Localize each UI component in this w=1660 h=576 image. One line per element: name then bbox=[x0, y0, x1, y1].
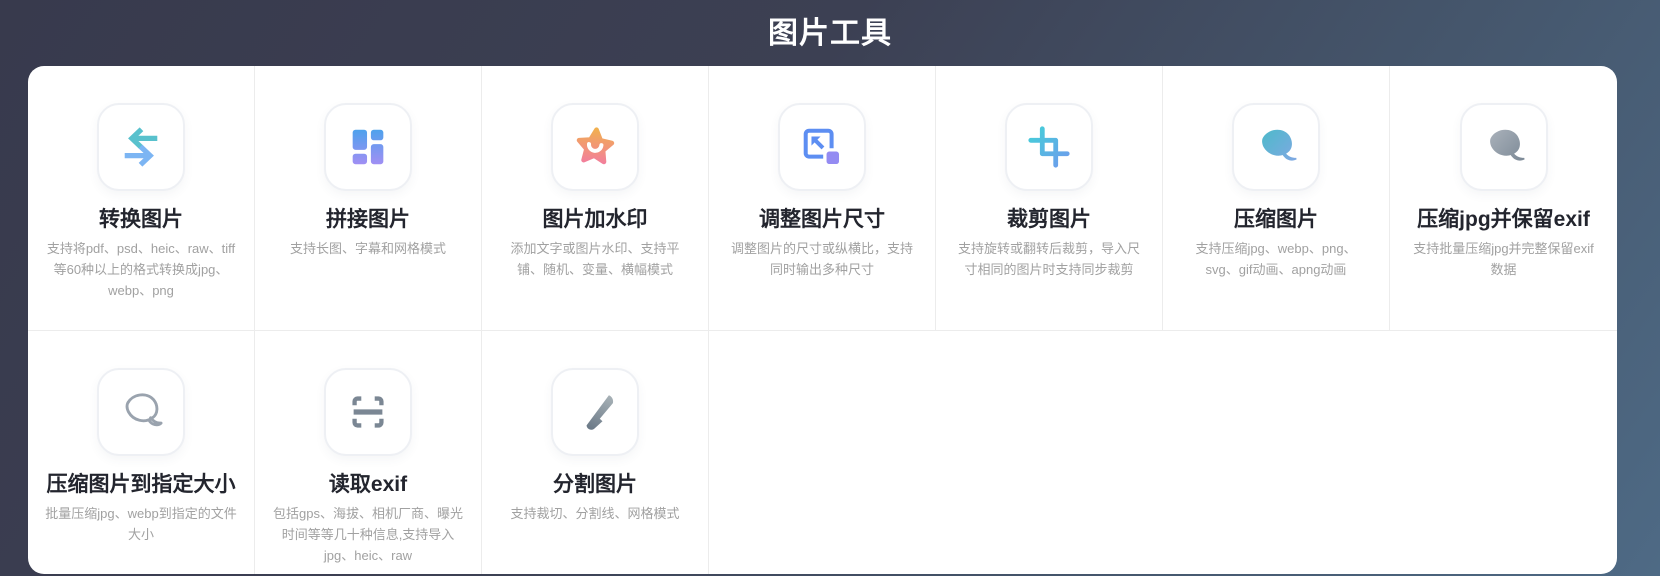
tool-card-description: 支持将pdf、psd、heic、raw、tiff等60种以上的格式转换成jpg、… bbox=[46, 241, 236, 298]
tool-icon-box bbox=[1459, 103, 1548, 191]
tool-icon-box bbox=[778, 103, 866, 191]
tool-card-crop-image[interactable]: 裁剪图片 支持旋转或翻转后裁剪，导入尺寸相同的图片时支持同步裁剪 bbox=[936, 66, 1163, 331]
tool-card-title: 分割图片 bbox=[553, 473, 637, 496]
tool-icon-box bbox=[97, 368, 185, 456]
convert-arrows-icon bbox=[118, 124, 164, 170]
tool-card-read-exif[interactable]: 读取exif 包括gps、海拔、相机厂商、曝光时间等等几十种信息,支持导入jpg… bbox=[255, 331, 482, 574]
empty-cell bbox=[1390, 331, 1617, 574]
tool-card-description: 调整图片的尺寸或纵横比，支持同时输出多种尺寸 bbox=[730, 241, 913, 277]
tool-card-description: 支持长图、字幕和网格模式 bbox=[289, 241, 446, 257]
tool-card-description: 支持旋转或翻转后裁剪，导入尺寸相同的图片时支持同步裁剪 bbox=[957, 241, 1140, 277]
leaf-teal-icon bbox=[1253, 124, 1299, 170]
knife-icon bbox=[572, 389, 618, 435]
tool-card-title: 读取exif bbox=[328, 473, 408, 496]
tool-card-description: 支持压缩jpg、webp、png、svg、gif动画、apng动画 bbox=[1195, 241, 1357, 277]
tool-card-title: 图片加水印 bbox=[542, 208, 648, 231]
tool-card-title: 压缩jpg并保留exif bbox=[1417, 208, 1590, 231]
grid-collage-icon bbox=[345, 124, 391, 170]
tool-card-stitch-image[interactable]: 拼接图片 支持长图、字幕和网格模式 bbox=[255, 66, 482, 331]
tool-card-description: 批量压缩jpg、webp到指定的文件大小 bbox=[45, 506, 237, 542]
tool-card-watermark-image[interactable]: 图片加水印 添加文字或图片水印、支持平铺、随机、变量、横幅模式 bbox=[482, 66, 709, 331]
empty-cell bbox=[936, 331, 1163, 574]
tool-card-description: 支持裁切、分割线、网格模式 bbox=[510, 506, 680, 522]
leaf-outline-icon bbox=[118, 389, 164, 435]
page-title: 图片工具 bbox=[768, 17, 892, 50]
tool-card-description: 添加文字或图片水印、支持平铺、随机、变量、横幅模式 bbox=[510, 241, 680, 277]
empty-cell bbox=[1163, 331, 1390, 574]
crop-icon bbox=[1026, 124, 1072, 170]
tool-card-convert-image[interactable]: 转换图片 支持将pdf、psd、heic、raw、tiff等60种以上的格式转换… bbox=[28, 66, 255, 331]
tool-card-title: 调整图片尺寸 bbox=[759, 208, 885, 231]
tool-card-title: 压缩图片到指定大小 bbox=[46, 473, 236, 496]
scan-frame-icon bbox=[345, 389, 391, 435]
tool-card-resize-image[interactable]: 调整图片尺寸 调整图片的尺寸或纵横比，支持同时输出多种尺寸 bbox=[709, 66, 936, 331]
tool-icon-box bbox=[97, 103, 185, 191]
tool-card-title: 裁剪图片 bbox=[1007, 208, 1091, 231]
tool-icon-box bbox=[324, 103, 412, 191]
tool-icon-box bbox=[551, 368, 639, 456]
resize-arrow-icon bbox=[799, 124, 845, 170]
tool-card-title: 拼接图片 bbox=[326, 208, 410, 231]
tools-panel: 转换图片 支持将pdf、psd、heic、raw、tiff等60种以上的格式转换… bbox=[28, 66, 1617, 574]
tool-card-description: 包括gps、海拔、相机厂商、曝光时间等等几十种信息,支持导入jpg、heic、r… bbox=[273, 506, 463, 563]
tool-icon-box bbox=[551, 103, 639, 191]
star-smile-icon bbox=[572, 124, 618, 170]
tool-card-description: 支持批量压缩jpg并完整保留exif数据 bbox=[1413, 241, 1594, 277]
empty-cell bbox=[709, 331, 936, 574]
tool-card-title: 转换图片 bbox=[99, 208, 183, 231]
tool-icon-box bbox=[1232, 103, 1320, 191]
tool-icon-box bbox=[1005, 103, 1093, 191]
tool-card-title: 压缩图片 bbox=[1234, 208, 1318, 231]
tools-grid: 转换图片 支持将pdf、psd、heic、raw、tiff等60种以上的格式转换… bbox=[28, 66, 1617, 574]
leaf-gray-icon bbox=[1481, 124, 1527, 170]
tool-card-split-image[interactable]: 分割图片 支持裁切、分割线、网格模式 bbox=[482, 331, 709, 574]
tool-card-compress-to-size[interactable]: 压缩图片到指定大小 批量压缩jpg、webp到指定的文件大小 bbox=[28, 331, 255, 574]
tool-card-compress-image[interactable]: 压缩图片 支持压缩jpg、webp、png、svg、gif动画、apng动画 bbox=[1163, 66, 1390, 331]
tool-card-compress-jpg-keep-exif[interactable]: 压缩jpg并保留exif 支持批量压缩jpg并完整保留exif数据 bbox=[1390, 66, 1617, 331]
tool-icon-box bbox=[324, 368, 412, 456]
